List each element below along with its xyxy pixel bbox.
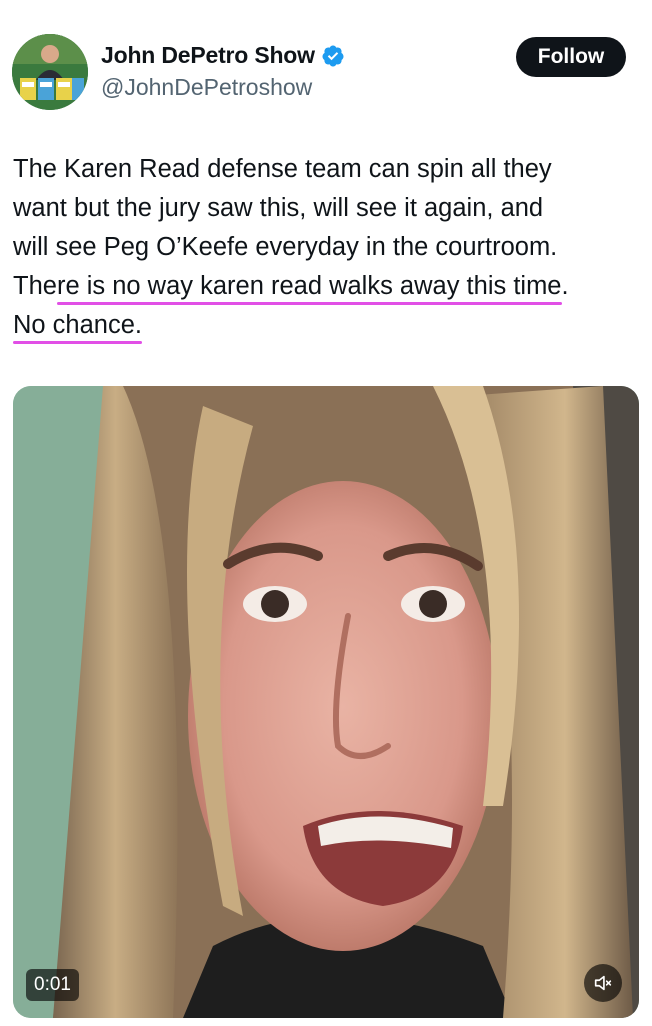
video-player[interactable]: 0:01 bbox=[13, 386, 639, 1018]
tweet-line: There is no way karen read walks away th… bbox=[13, 267, 643, 306]
video-timestamp: 0:01 bbox=[26, 969, 79, 1001]
tweet-text-segment: The bbox=[13, 272, 57, 300]
follow-button[interactable]: Follow bbox=[516, 37, 626, 77]
author-handle[interactable]: @JohnDePetroshow bbox=[101, 74, 312, 101]
author-display-name[interactable]: John DePetro Show bbox=[101, 42, 315, 69]
avatar-image bbox=[12, 34, 88, 110]
highlighted-text: No chance. bbox=[13, 311, 142, 339]
tweet-line: will see Peg O’Keefe everyday in the cou… bbox=[13, 233, 558, 261]
highlighted-text: re is no way karen read walks away this … bbox=[56, 272, 562, 300]
tweet-text: The Karen Read defense team can spin all… bbox=[13, 150, 643, 345]
muted-speaker-icon bbox=[594, 975, 612, 991]
verified-badge-icon bbox=[322, 45, 344, 66]
tweet-text-segment: . bbox=[561, 272, 569, 300]
avatar[interactable] bbox=[12, 34, 88, 110]
mute-button[interactable] bbox=[584, 964, 622, 1002]
author-name-row[interactable]: John DePetro Show bbox=[101, 42, 345, 69]
tweet-line: No chance. bbox=[13, 306, 643, 345]
tweet-line: want but the jury saw this, will see it … bbox=[13, 194, 544, 222]
video-frame bbox=[13, 386, 639, 1018]
tweet-line: The Karen Read defense team can spin all… bbox=[13, 155, 552, 183]
